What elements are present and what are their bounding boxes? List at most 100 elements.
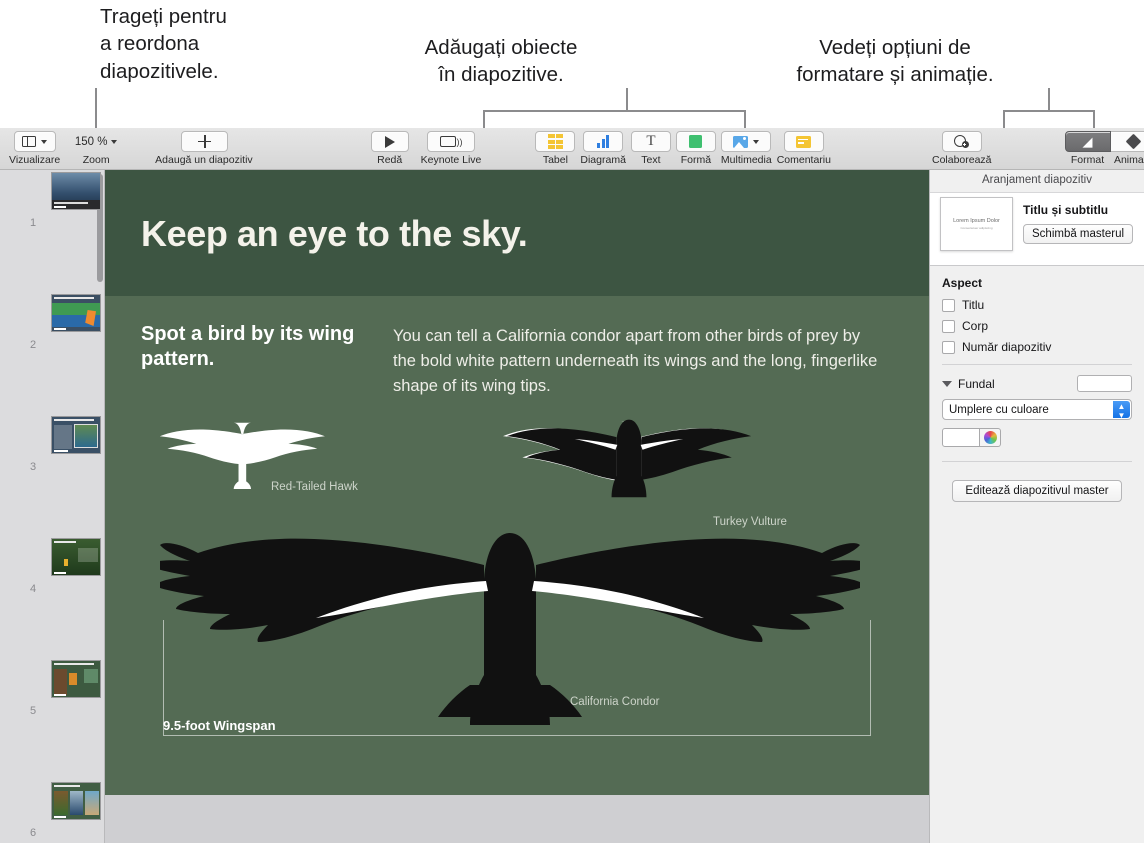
background-color-row: [930, 420, 1144, 447]
callout-reorder-slides: Trageți pentru a reordona diapozitivele.: [100, 3, 227, 85]
animate-diamond-icon: [1125, 134, 1141, 150]
insert-comment-button[interactable]: Comentariu: [777, 128, 831, 166]
leader-line-add-objects-bar: [483, 110, 745, 112]
color-wheel-button[interactable]: [980, 428, 1001, 447]
vulture-label[interactable]: Turkey Vulture: [713, 516, 787, 528]
collaborate-icon: [954, 135, 969, 148]
slide-thumbnail[interactable]: [51, 416, 101, 454]
appearance-option-title[interactable]: Titlu: [942, 298, 1132, 312]
slide-title-text[interactable]: Keep an eye to the sky.: [141, 213, 527, 255]
edit-master-slide-button[interactable]: Editează diapozitivul master: [952, 480, 1121, 502]
inspector-tab-group: ◢ Format Animare Document: [1065, 128, 1144, 166]
appearance-option-label: Corp: [962, 319, 988, 333]
leader-line-reorder: [95, 88, 97, 128]
slide-navigator[interactable]: 1 2 3 4: [0, 170, 105, 843]
keynote-live-label: Keynote Live: [421, 154, 482, 166]
tab-animate[interactable]: Animare: [1111, 128, 1144, 166]
current-slide[interactable]: Keep an eye to the sky. Spot a bird by i…: [105, 170, 929, 795]
vulture-illustration[interactable]: [503, 408, 755, 505]
slide-thumbnail[interactable]: [51, 660, 101, 698]
insert-comment-label: Comentariu: [777, 154, 831, 166]
navigator-slide-6[interactable]: 6: [0, 780, 104, 841]
insert-chart-button[interactable]: Diagramă: [580, 128, 626, 166]
insert-table-label: Tabel: [543, 154, 568, 166]
leader-line-format-left: [1003, 110, 1005, 128]
tab-format-label: Format: [1071, 154, 1104, 166]
play-icon: [385, 136, 395, 148]
media-icon: [733, 136, 748, 148]
master-info: Titlu și subtitlu Schimbă masterul: [1023, 197, 1133, 251]
color-wheel-icon: [984, 431, 997, 444]
chevron-down-icon: [753, 140, 759, 144]
appearance-option-slide-number[interactable]: Număr diapozitiv: [942, 340, 1132, 354]
disclosure-triangle-icon[interactable]: [942, 381, 952, 387]
add-slide-label: Adaugă un diapozitiv: [155, 154, 253, 166]
insert-shape-button[interactable]: Formă: [676, 128, 716, 166]
tab-animate-label: Animare: [1114, 154, 1144, 166]
navigator-slide-4[interactable]: 4: [0, 536, 104, 597]
insert-table-button[interactable]: Tabel: [535, 128, 575, 166]
chevron-down-icon: [41, 140, 47, 144]
slide-number: 2: [30, 339, 36, 351]
insert-text-button[interactable]: T Text: [631, 128, 671, 166]
tab-format[interactable]: ◢ Format: [1065, 128, 1111, 166]
insert-object-group: Tabel Diagramă T Text Formă: [535, 128, 831, 166]
view-panel-icon: [22, 136, 36, 147]
collaborate-label: Colaborează: [932, 154, 992, 166]
background-fill-value: Umplere cu culoare: [949, 404, 1049, 416]
callout-format-animate: Vedeți opțiuni de formatare și animație.: [750, 34, 1040, 89]
slide-thumbnail[interactable]: [51, 172, 101, 210]
checkbox-icon[interactable]: [942, 299, 955, 312]
main-toolbar: Vizualizare 150 % Zoom Adaugă un diapozi…: [0, 128, 1144, 170]
background-fill-select[interactable]: Umplere cu culoare ▲▼: [942, 399, 1132, 420]
view-label: Vizualizare: [9, 154, 60, 166]
zoom-control[interactable]: 150 % Zoom: [70, 128, 122, 166]
navigator-slide-2[interactable]: 2: [0, 292, 104, 353]
keynote-live-button[interactable]: )) Keynote Live: [421, 128, 482, 166]
plus-icon: [198, 135, 211, 148]
leader-line-add-objects-left: [483, 110, 485, 128]
checkbox-icon[interactable]: [942, 320, 955, 333]
insert-media-button[interactable]: Multimedia: [721, 128, 772, 166]
appearance-option-label: Număr diapozitiv: [962, 340, 1051, 354]
navigator-slide-1[interactable]: 1: [0, 170, 104, 231]
background-preview-field[interactable]: [1077, 375, 1132, 392]
leader-line-format-stem: [1048, 88, 1050, 110]
change-master-button[interactable]: Schimbă masterul: [1023, 224, 1133, 244]
add-slide-button[interactable]: Adaugă un diapozitiv: [157, 128, 253, 166]
stepper-arrows-icon[interactable]: ▲▼: [1113, 401, 1130, 418]
slide-subtitle-text[interactable]: Spot a bird by its wing pattern.: [141, 322, 356, 372]
master-thumbnail[interactable]: Lorem Ipsum Dolor Consectetuer adipiscin…: [940, 197, 1013, 251]
background-color-well[interactable]: [942, 428, 980, 447]
hawk-label[interactable]: Red-Tailed Hawk: [271, 481, 358, 493]
wingspan-label[interactable]: 9.5-foot Wingspan: [163, 718, 276, 733]
background-heading: Fundal: [958, 377, 1077, 391]
slide-body-text[interactable]: You can tell a California condor apart f…: [393, 324, 878, 399]
insert-text-label: Text: [641, 154, 660, 166]
checkbox-icon[interactable]: [942, 341, 955, 354]
play-button[interactable]: Redă: [371, 128, 409, 166]
leader-line-add-objects-stem: [626, 88, 628, 110]
inspector-title: Aranjament diapozitiv: [930, 170, 1144, 192]
callout-annotation-layer: Trageți pentru a reordona diapozitivele.…: [0, 0, 1144, 128]
appearance-option-body[interactable]: Corp: [942, 319, 1132, 333]
insert-shape-label: Formă: [681, 154, 711, 166]
zoom-label: Zoom: [83, 154, 110, 166]
slide-number: 3: [30, 461, 36, 473]
collaborate-button[interactable]: Colaborează: [932, 128, 992, 166]
slide-thumbnail[interactable]: [51, 538, 101, 576]
insert-chart-label: Diagramă: [580, 154, 626, 166]
background-section-header[interactable]: Fundal: [930, 365, 1144, 392]
view-button[interactable]: Vizualizare: [9, 128, 60, 166]
slide-thumbnail[interactable]: [51, 294, 101, 332]
canvas-bottom-bar: [105, 795, 929, 843]
slide-number: 6: [30, 827, 36, 839]
chevron-down-icon: [111, 140, 117, 144]
slide-canvas-area[interactable]: Keep an eye to the sky. Spot a bird by i…: [105, 170, 929, 843]
leader-line-format-bar: [1003, 110, 1095, 112]
slide-thumbnail[interactable]: [51, 782, 101, 820]
navigator-slide-5[interactable]: 5: [0, 658, 104, 719]
navigator-slide-3[interactable]: 3: [0, 414, 104, 475]
slide-number: 4: [30, 583, 36, 595]
table-icon: [548, 134, 564, 149]
